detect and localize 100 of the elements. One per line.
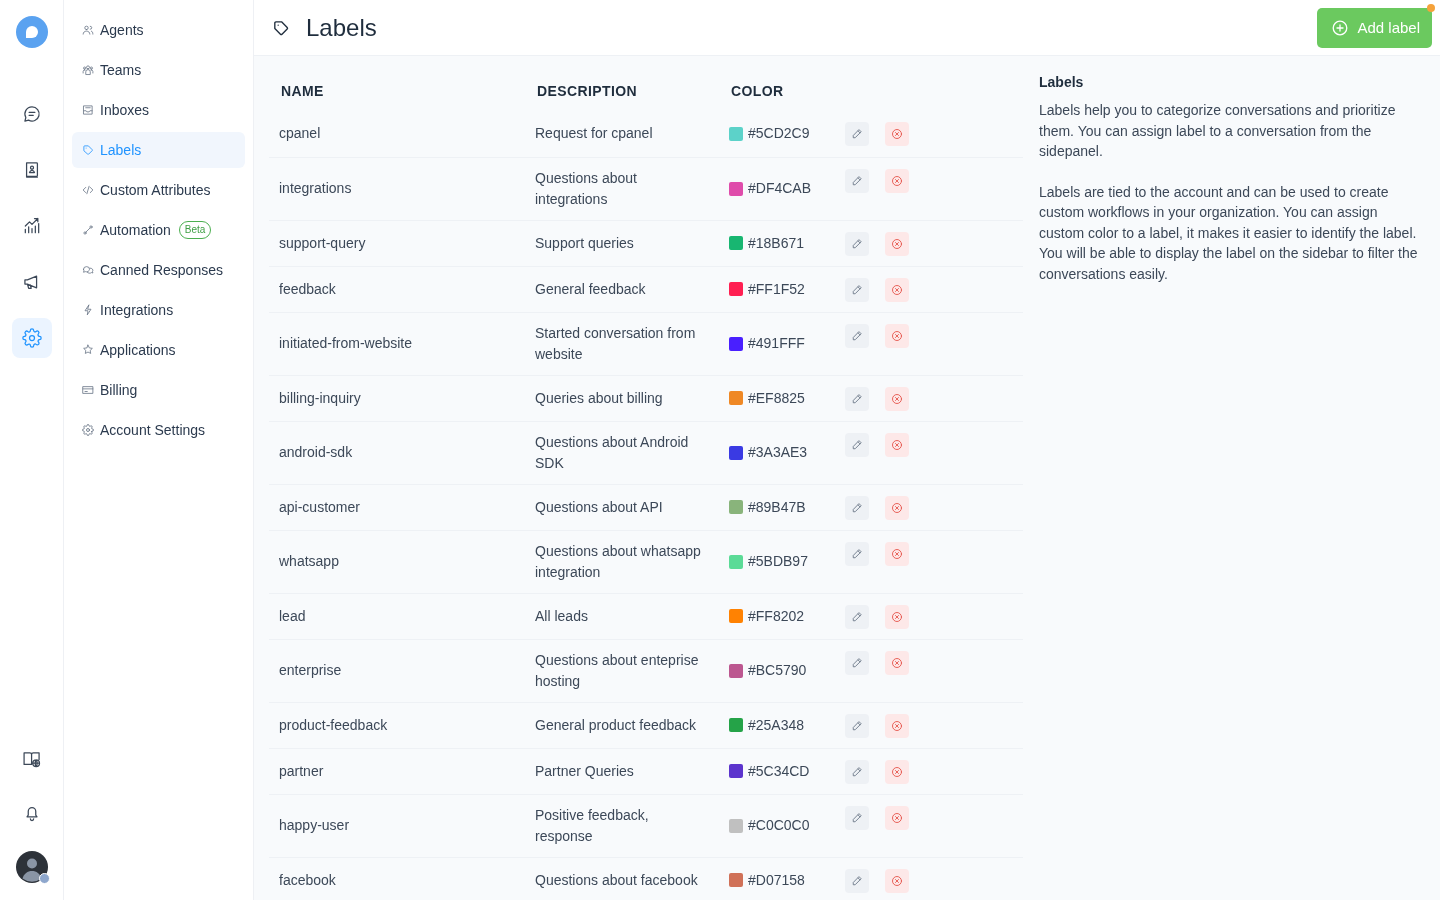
- delete-button[interactable]: [885, 231, 909, 256]
- pencil-icon: [851, 501, 863, 514]
- label-name: happy-user: [279, 817, 350, 833]
- color-code: #BC5790: [748, 661, 807, 680]
- label-name: api-customer: [279, 498, 360, 515]
- code-icon: [82, 184, 94, 196]
- label-description: Request for cpanel: [535, 124, 654, 144]
- close-circle-icon: [891, 392, 903, 405]
- pencil-icon: [851, 874, 863, 887]
- sidebar-item[interactable]: Inboxes: [72, 92, 245, 128]
- delete-button[interactable]: [885, 868, 909, 893]
- close-circle-icon: [891, 547, 903, 560]
- edit-button[interactable]: [845, 650, 869, 675]
- label-name: billing-inquiry: [279, 389, 361, 406]
- edit-button[interactable]: [845, 432, 869, 457]
- label-description: Questions about API: [535, 497, 664, 517]
- card-icon: [82, 384, 94, 396]
- pencil-icon: [851, 438, 863, 451]
- color-code: #18B671: [748, 233, 805, 253]
- delete-button[interactable]: [885, 386, 909, 411]
- sidebar-item[interactable]: Teams: [72, 52, 245, 88]
- delete-button[interactable]: [885, 650, 909, 675]
- color-code: #5C34CD: [748, 761, 810, 781]
- label-description: Support queries: [535, 233, 635, 253]
- delete-button[interactable]: [885, 323, 909, 348]
- edit-button[interactable]: [845, 541, 869, 566]
- pencil-icon: [851, 547, 863, 560]
- pencil-icon: [851, 392, 863, 405]
- color-code: #5CD2C9: [748, 124, 810, 144]
- color-code: #3A3AE3: [748, 443, 808, 462]
- edit-button[interactable]: [845, 323, 869, 348]
- pencil-icon: [851, 237, 863, 250]
- pencil-icon: [851, 656, 863, 669]
- sidebar-item[interactable]: Applications: [72, 332, 245, 368]
- label-name: lead: [279, 607, 306, 624]
- label-description: All leads: [535, 606, 589, 626]
- avatar-icon[interactable]: [15, 851, 48, 883]
- edit-button[interactable]: [845, 495, 869, 520]
- delete-button[interactable]: [885, 122, 909, 146]
- inbox-icon: [82, 104, 94, 116]
- settings-icon: [21, 328, 42, 348]
- close-circle-icon: [891, 610, 903, 623]
- pencil-icon: [851, 719, 863, 732]
- delete-button[interactable]: [885, 432, 909, 457]
- close-circle-icon: [891, 501, 903, 514]
- column-header: NAME: [281, 83, 324, 99]
- label-name: feedback: [279, 280, 336, 297]
- sidebar-item[interactable]: Agents: [72, 12, 245, 48]
- edit-button[interactable]: [845, 386, 869, 411]
- edit-button[interactable]: [845, 604, 869, 629]
- edit-button[interactable]: [845, 868, 869, 893]
- label-description: Questions about facebook: [535, 870, 699, 890]
- close-circle-icon: [891, 329, 903, 342]
- color-code: #EF8825: [748, 388, 805, 408]
- info-title: Labels: [1039, 73, 1085, 92]
- color-code: #DF4CAB: [748, 179, 812, 198]
- chat-bubbles-icon: [82, 264, 94, 276]
- delete-button[interactable]: [885, 277, 909, 302]
- edit-button[interactable]: [845, 713, 869, 738]
- sidebar-item[interactable]: Billing: [72, 372, 245, 408]
- delete-button[interactable]: [885, 759, 909, 784]
- delete-button[interactable]: [885, 495, 909, 520]
- group-icon: [82, 64, 94, 76]
- delete-button[interactable]: [885, 541, 909, 566]
- close-circle-icon: [891, 438, 903, 451]
- label-description: Questions about whatsapp integration: [535, 541, 702, 582]
- lightning-icon: [82, 304, 94, 316]
- label-name: integrations: [279, 180, 352, 196]
- delete-button[interactable]: [885, 805, 909, 830]
- color-code: #491FFF: [748, 334, 805, 353]
- sidebar-item[interactable]: Integrations: [72, 292, 245, 328]
- sidebar-item[interactable]: Account Settings: [72, 412, 245, 448]
- pencil-icon: [851, 329, 863, 342]
- pencil-icon: [851, 283, 863, 296]
- label-description: Partner Queries: [535, 761, 635, 781]
- edit-button[interactable]: [845, 168, 869, 193]
- sidebar-item[interactable]: Custom Attributes: [72, 172, 245, 208]
- close-circle-icon: [891, 128, 903, 140]
- label-name: initiated-from-website: [279, 335, 413, 351]
- plus-circle-icon: [1332, 19, 1349, 36]
- delete-button[interactable]: [885, 168, 909, 193]
- label-name: whatsapp: [279, 553, 339, 569]
- edit-button[interactable]: [845, 277, 869, 302]
- label-name: product-feedback: [279, 716, 388, 733]
- logo-icon[interactable]: [15, 16, 48, 48]
- color-code: #FF8202: [748, 606, 805, 626]
- color-code: #C0C0C0: [748, 816, 810, 835]
- edit-button[interactable]: [845, 122, 869, 146]
- delete-button[interactable]: [885, 604, 909, 629]
- edit-button[interactable]: [845, 231, 869, 256]
- delete-button[interactable]: [885, 713, 909, 738]
- pencil-icon: [851, 174, 863, 187]
- settings-icon: [82, 424, 94, 436]
- label-description: Questions about enteprise hosting: [535, 650, 700, 691]
- label-description: General feedback: [535, 279, 647, 299]
- edit-button[interactable]: [845, 805, 869, 830]
- sidebar-item[interactable]: Automation Beta: [72, 212, 245, 248]
- sidebar-item[interactable]: Canned Responses: [72, 252, 245, 288]
- label-name: facebook: [279, 871, 336, 888]
- edit-button[interactable]: [845, 759, 869, 784]
